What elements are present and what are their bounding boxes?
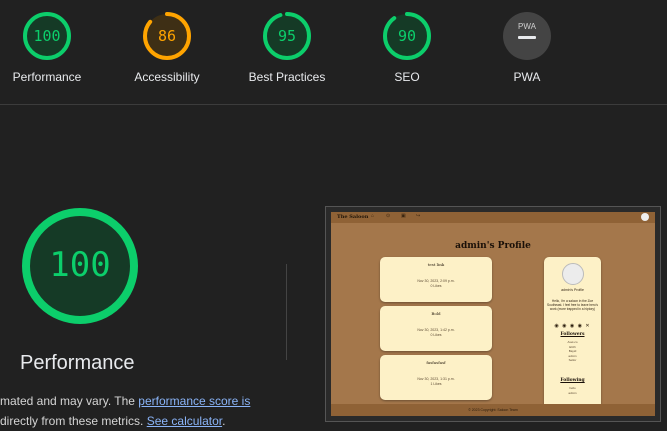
post-meta: Nov 30, 2023, 1:31 p.m. 1 Likes [380, 377, 492, 387]
gauge-label: Accessibility [134, 70, 200, 84]
performance-main-gauge: 100 [20, 206, 140, 331]
performance-title: Performance [20, 352, 135, 374]
nav-avatar [641, 213, 649, 221]
post-meta: Nov 30, 2023, 2:09 p.m. 0 Likes [380, 279, 492, 289]
gauge-label: Performance [12, 70, 82, 84]
following-heading: Following [560, 378, 585, 383]
gauge-seo[interactable]: 90 SEO [347, 10, 467, 84]
gauge-score: 86 [158, 27, 176, 45]
site-navbar: The Saloon ⌂ ⊙ ▣ ↪ [331, 212, 655, 223]
main-score: 100 [49, 245, 110, 285]
follower-item: Sellor [568, 358, 577, 362]
post-likes: 0 Likes [430, 333, 442, 337]
gauge-score: 100 [33, 27, 60, 45]
score-note: mated and may vary. The performance scor… [0, 391, 250, 431]
following-item: admin [568, 390, 577, 395]
gauge-ring: 100 [23, 12, 71, 60]
pwa-badge-text: PWA [518, 22, 537, 31]
profile-avatar [562, 263, 584, 285]
score-gauges-row: 100 Performance 86 Accessibility 95 Best… [0, 0, 667, 105]
note-text-3: . [222, 414, 226, 428]
post-likes: 0 Likes [430, 284, 442, 288]
nav-post-icon: ▣ [401, 213, 406, 219]
final-screenshot[interactable]: The Saloon ⌂ ⊙ ▣ ↪ admin's Profile test … [325, 206, 661, 422]
see-calculator-link[interactable]: See calculator [147, 414, 222, 428]
performance-score-link[interactable]: performance score is [138, 394, 250, 408]
nav-search-icon: ⊙ [386, 213, 391, 219]
gauge-score: 95 [278, 27, 296, 45]
profile-bio: Hello, I'm a saloon in the Zoe Southeast… [547, 299, 598, 311]
post-meta: Nov 30, 2023, 1:42 p.m. 0 Likes [380, 328, 492, 338]
note-text-1: mated and may vary. The [0, 394, 139, 408]
gauge-pwa[interactable]: PWA PWA [467, 10, 587, 84]
gauge-best-practices[interactable]: 95 Best Practices [227, 10, 347, 84]
gauge-label: SEO [394, 70, 420, 84]
following-list: hello admin [544, 386, 601, 395]
gauge-ring: 86 [143, 12, 191, 60]
pwa-badge-icon: PWA [503, 12, 551, 60]
social-icons: ◉ ◉ ◉ ◉ ✕ [554, 323, 591, 329]
gauge-label: Best Practices [248, 70, 326, 84]
site-brand: The Saloon [337, 214, 369, 220]
nav-logout-icon: ↪ [416, 213, 421, 219]
site-page-title: admin's Profile [455, 241, 531, 251]
profile-name: admin's Profile [561, 288, 584, 292]
gauge-performance[interactable]: 100 Performance [0, 10, 107, 84]
gauge-ring: 90 [383, 12, 431, 60]
note-text-2: directly from these metrics. [0, 414, 147, 428]
post-title: test link [427, 262, 445, 267]
post-card: test link Nov 30, 2023, 2:09 p.m. 0 Like… [380, 257, 492, 302]
site-footer: © 2023 Copyright: Saloon Team [331, 404, 655, 416]
followers-heading: Followers [560, 332, 585, 337]
gauge-ring: 95 [263, 12, 311, 60]
post-title: fasfasfasf [426, 360, 446, 365]
gauge-label: PWA [513, 70, 541, 84]
profile-card: admin's Profile Hello, I'm a saloon in t… [544, 257, 601, 412]
post-title: Bold [431, 311, 441, 316]
site-preview: The Saloon ⌂ ⊙ ▣ ↪ admin's Profile test … [331, 212, 655, 416]
post-card: fasfasfasf Nov 30, 2023, 1:31 p.m. 1 Lik… [380, 355, 492, 400]
followers-list: Axel-co Elizh Bayid admin Sellor [544, 340, 601, 363]
post-likes: 1 Likes [430, 382, 442, 386]
gauge-accessibility[interactable]: 86 Accessibility [107, 10, 227, 84]
divider [286, 264, 287, 360]
nav-home-icon: ⌂ [371, 213, 375, 219]
post-card: Bold Nov 30, 2023, 1:42 p.m. 0 Likes [380, 306, 492, 351]
gauge-score: 90 [398, 27, 416, 45]
